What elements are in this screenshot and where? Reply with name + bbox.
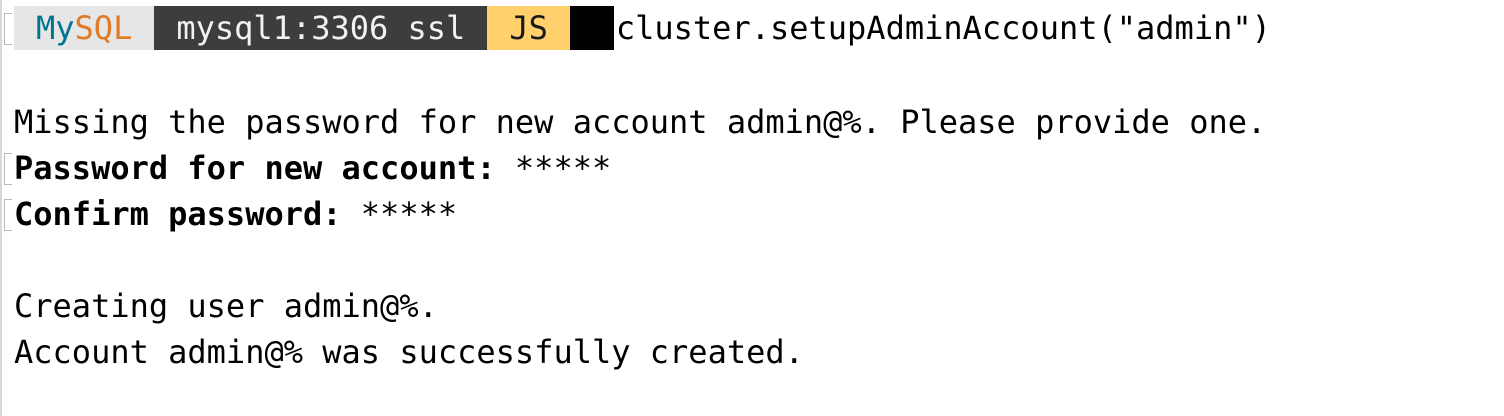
window-left-edge	[0, 0, 2, 416]
password-prompt-line: Password for new account: *****	[14, 146, 611, 190]
terminal-window[interactable]: MySQL mysql1:3306 ssl JS cluster.setupAd…	[0, 0, 1504, 416]
password-masked-value: *****	[514, 149, 612, 187]
output-missing-password: Missing the password for new account adm…	[14, 103, 1267, 141]
prompt-product-my: My	[36, 9, 75, 47]
line-marker	[4, 199, 12, 231]
confirm-password-masked-value: *****	[360, 195, 458, 233]
command-text: cluster.setupAdminAccount("admin")	[615, 9, 1271, 47]
prompt-product-segment: MySQL	[14, 6, 155, 50]
output-creating-user: Creating user admin@%.	[14, 287, 438, 325]
confirm-password-label: Confirm password:	[14, 195, 342, 233]
prompt-product-sql: SQL	[74, 9, 133, 47]
prompt-host-segment: mysql1:3306 ssl	[154, 6, 488, 50]
output-account-created: Account admin@% was successfully created…	[14, 333, 804, 371]
line-marker	[4, 13, 12, 45]
line-marker	[4, 153, 12, 185]
confirm-password-line: Confirm password: *****	[14, 192, 457, 236]
shell-prompt-line: MySQL mysql1:3306 ssl JS cluster.setupAd…	[14, 6, 1271, 50]
prompt-cursor-block	[569, 6, 614, 50]
prompt-mode-segment: JS	[487, 6, 570, 50]
password-prompt-label: Password for new account:	[14, 149, 496, 187]
